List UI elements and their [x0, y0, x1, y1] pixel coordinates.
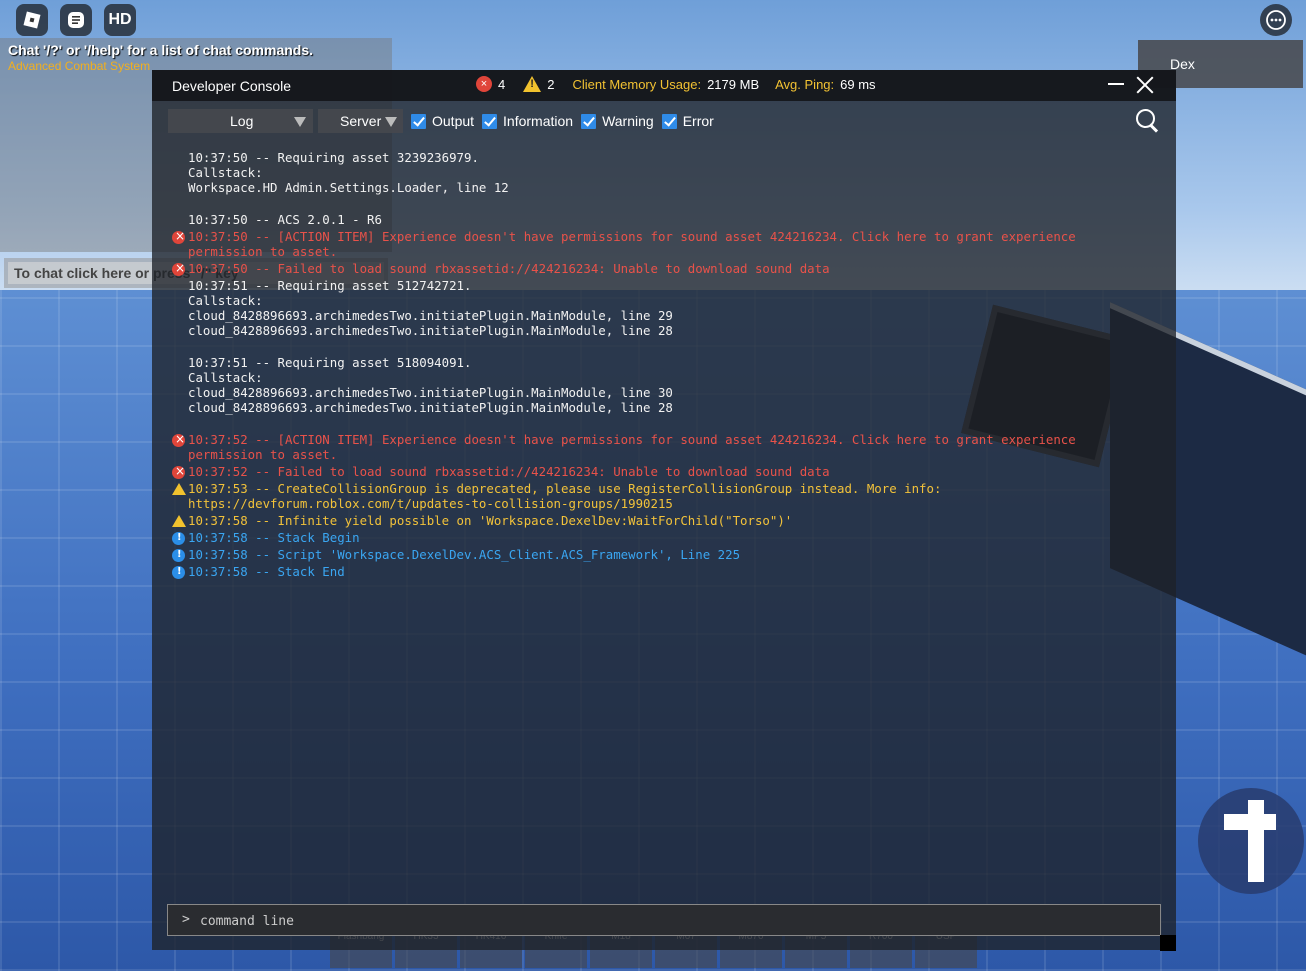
checkbox-checked-icon	[581, 113, 597, 129]
log-entry: 10:37:58 -- Script 'Workspace.DexelDev.A…	[188, 547, 741, 562]
jump-icon	[1248, 800, 1264, 882]
info-icon	[172, 549, 185, 562]
view-dropdown-label: Log	[230, 113, 254, 129]
log-entry: 10:37:58 -- Infinite yield possible on '…	[188, 513, 793, 528]
log-entry: Callstack:	[188, 370, 263, 385]
filter-warning[interactable]: Warning	[581, 113, 654, 129]
more-options-icon	[1266, 10, 1286, 30]
console-title: Developer Console	[172, 78, 292, 94]
context-dropdown[interactable]: Server	[318, 109, 403, 133]
log-entry[interactable]: 10:37:52 -- [ACTION ITEM] Experience doe…	[188, 432, 1076, 447]
error-icon	[172, 432, 185, 447]
console-toolbar: Log Server Output Information Warning Er…	[168, 109, 714, 133]
filter-output-label: Output	[432, 113, 475, 129]
warning-icon	[523, 76, 542, 92]
log-entry[interactable]: permission to asset.	[188, 447, 337, 462]
ping-label: Avg. Ping:	[775, 76, 835, 92]
filter-information-label: Information	[503, 113, 574, 129]
console-titlebar[interactable]: Developer Console × 4 2 Client Memory Us…	[152, 70, 1176, 101]
more-options-button[interactable]	[1260, 4, 1292, 36]
memory-value: 2179 MB	[707, 76, 760, 92]
warning-icon	[172, 483, 186, 495]
log-output[interactable]: 10:37:50 -- Requiring asset 3239236979. C…	[168, 150, 1168, 670]
error-icon	[172, 229, 185, 244]
warning-icon	[172, 515, 186, 527]
error-icon	[172, 261, 185, 276]
log-entry: 10:37:50 -- Requiring asset 3239236979.	[188, 150, 479, 165]
command-prompt: >	[182, 912, 190, 927]
log-entry: cloud_8428896693.archimedesTwo.initiateP…	[188, 400, 673, 415]
checkbox-checked-icon	[411, 113, 426, 129]
log-entry[interactable]: 10:37:52 -- Failed to load sound rbxasse…	[188, 464, 830, 479]
minimize-button[interactable]	[1108, 74, 1124, 94]
warning-count: 2	[547, 76, 555, 92]
ping-value: 69 ms	[840, 76, 876, 92]
console-stats: × 4 2 Client Memory Usage: 2179 MB Avg. …	[476, 76, 876, 92]
log-entry[interactable]: 10:37:50 -- [ACTION ITEM] Experience doe…	[188, 229, 1076, 244]
chat-toggle-button[interactable]	[60, 4, 92, 36]
memory-label: Client Memory Usage:	[572, 76, 702, 92]
close-button[interactable]	[1136, 76, 1154, 94]
chat-icon	[68, 12, 84, 28]
chat-system-tag: Advanced Combat System	[8, 59, 151, 73]
filter-warning-label: Warning	[602, 113, 654, 129]
jump-button[interactable]	[1198, 788, 1304, 894]
log-entry: cloud_8428896693.archimedesTwo.initiateP…	[188, 323, 673, 338]
search-button[interactable]	[1136, 109, 1160, 133]
info-icon	[172, 566, 185, 579]
log-entry: cloud_8428896693.archimedesTwo.initiateP…	[188, 385, 673, 400]
error-count: 4	[498, 76, 506, 92]
checkbox-checked-icon	[661, 113, 677, 129]
jump-icon-bar	[1224, 814, 1276, 830]
log-entry: 10:37:58 -- Stack End	[188, 564, 345, 579]
log-entry: https://devforum.roblox.com/t/updates-to…	[188, 496, 673, 511]
log-entry: 10:37:58 -- Stack Begin	[188, 530, 360, 545]
log-entry: 10:37:51 -- Requiring asset 518094091.	[188, 355, 472, 370]
resize-handle[interactable]	[1160, 935, 1176, 951]
log-entry: Callstack:	[188, 293, 263, 308]
context-dropdown-label: Server	[340, 113, 382, 129]
chevron-down-icon	[294, 117, 306, 127]
error-icon: ×	[476, 76, 492, 92]
hd-label: HD	[108, 11, 132, 28]
command-bar: >	[167, 904, 1161, 936]
log-entry: 10:37:51 -- Requiring asset 512742721.	[188, 278, 472, 293]
filter-output[interactable]: Output	[411, 113, 474, 129]
hd-admin-button[interactable]: HD	[104, 4, 136, 36]
command-input[interactable]	[198, 908, 1152, 934]
log-entry: 10:37:53 -- CreateCollisionGroup is depr…	[188, 481, 942, 496]
developer-console: Developer Console × 4 2 Client Memory Us…	[152, 70, 1176, 951]
chevron-down-icon	[385, 117, 397, 127]
log-entry: 10:37:50 -- ACS 2.0.1 - R6	[188, 212, 382, 227]
checkbox-checked-icon	[482, 113, 498, 129]
log-entry[interactable]: permission to asset.	[188, 244, 337, 259]
log-entry: Callstack:	[188, 165, 263, 180]
view-dropdown[interactable]: Log	[168, 109, 313, 133]
chat-system-message: Chat '/?' or '/help' for a list of chat …	[8, 42, 314, 58]
log-entry[interactable]: 10:37:50 -- Failed to load sound rbxasse…	[188, 261, 830, 276]
search-icon-handle	[1148, 123, 1159, 133]
log-entry: Workspace.HD Admin.Settings.Loader, line…	[188, 180, 509, 195]
roblox-menu-button[interactable]	[16, 4, 48, 36]
filter-error-label: Error	[682, 113, 714, 129]
filter-information[interactable]: Information	[482, 113, 573, 129]
roblox-logo-icon	[23, 11, 41, 29]
info-icon	[172, 532, 185, 545]
log-entry: cloud_8428896693.archimedesTwo.initiateP…	[188, 308, 673, 323]
filter-error[interactable]: Error	[661, 113, 714, 129]
error-icon	[172, 464, 185, 479]
